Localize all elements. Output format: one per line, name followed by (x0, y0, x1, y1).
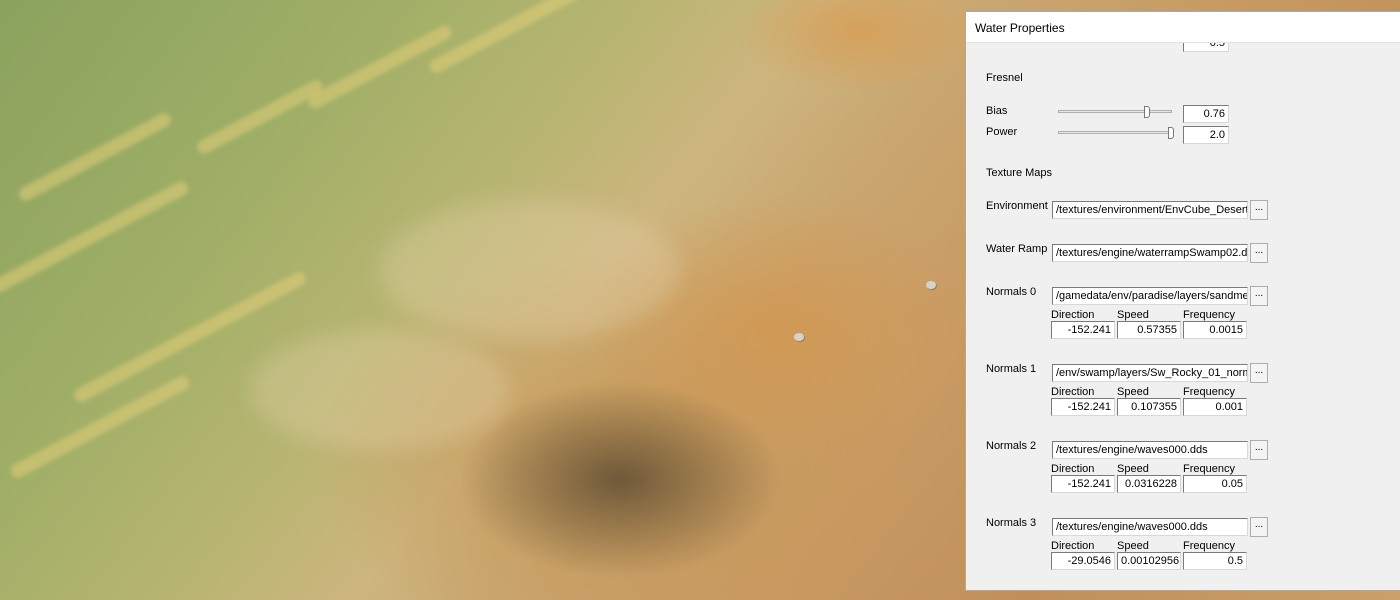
environment-path-field[interactable]: /textures/environment/EnvCube_Desert (1052, 201, 1248, 219)
power-slider-track[interactable] (1058, 131, 1172, 134)
normals-0-frequency-field[interactable]: 0.0015 (1183, 321, 1247, 339)
cutoff-value-field[interactable]: 0.5 (1183, 43, 1229, 52)
normals-0-direction-header: Direction (1051, 309, 1095, 321)
normals-1-speed-field[interactable]: 0.107355 (1117, 398, 1181, 416)
water-ramp-browse-button[interactable]: ... (1250, 243, 1268, 263)
normals-2-path-field[interactable]: /textures/engine/waves000.dds (1052, 441, 1248, 459)
normals-0-speed-header: Speed (1117, 309, 1149, 321)
water-foam-streak (194, 77, 326, 157)
bias-slider-thumb[interactable] (1144, 106, 1150, 118)
normals-1-direction-field[interactable]: -152.241 (1051, 398, 1115, 416)
normals-0-frequency-header: Frequency (1183, 309, 1235, 321)
water-foam-streak (427, 0, 593, 76)
normals-2-frequency-header: Frequency (1183, 463, 1235, 475)
normals-3-browse-button[interactable]: ... (1250, 517, 1268, 537)
window-title: Water Properties (975, 21, 1065, 35)
normals-3-path-field[interactable]: /textures/engine/waves000.dds (1052, 518, 1248, 536)
window-titlebar[interactable]: Water Properties (966, 12, 1400, 43)
normals-3-direction-field[interactable]: -29.0546 (1051, 552, 1115, 570)
normals-1-browse-button[interactable]: ... (1250, 363, 1268, 383)
normals-0-direction-field[interactable]: -152.241 (1051, 321, 1115, 339)
water-properties-window: Water Properties 0.5 Fresnel Bias 0.76 P… (965, 11, 1400, 591)
properties-panel: 0.5 Fresnel Bias 0.76 Power 2.0 Texture … (966, 43, 1400, 590)
bias-value-field[interactable]: 0.76 (1183, 105, 1229, 123)
normals-1-direction-header: Direction (1051, 386, 1095, 398)
fresnel-section-label: Fresnel (986, 72, 1023, 84)
bias-label: Bias (986, 105, 1008, 117)
normals-1-frequency-header: Frequency (1183, 386, 1235, 398)
normals-3-frequency-header: Frequency (1183, 540, 1235, 552)
normals-2-direction-header: Direction (1051, 463, 1095, 475)
shoreline-haze (250, 330, 510, 450)
normals-1-speed-header: Speed (1117, 386, 1149, 398)
normals-3-direction-header: Direction (1051, 540, 1095, 552)
shoreline-haze (380, 200, 680, 340)
normals-2-speed-header: Speed (1117, 463, 1149, 475)
normals-0-speed-field[interactable]: 0.57355 (1117, 321, 1181, 339)
water-ramp-path-field[interactable]: /textures/engine/waterrampSwamp02.dds (1052, 244, 1248, 262)
water-foam-streak (16, 110, 174, 204)
normals-0-path-field[interactable]: /gamedata/env/paradise/layers/sandmed (1052, 287, 1248, 305)
environment-browse-button[interactable]: ... (1250, 200, 1268, 220)
power-slider-thumb[interactable] (1168, 127, 1174, 139)
bias-slider-track[interactable] (1058, 110, 1172, 113)
power-value-field[interactable]: 2.0 (1183, 126, 1229, 144)
normals-0-browse-button[interactable]: ... (1250, 286, 1268, 306)
texture-maps-section-label: Texture Maps (986, 167, 1053, 179)
rock (794, 333, 804, 341)
water-ramp-label: Water Ramp (986, 243, 1048, 255)
normals-2-frequency-field[interactable]: 0.05 (1183, 475, 1247, 493)
normals-2-direction-field[interactable]: -152.241 (1051, 475, 1115, 493)
normals-3-speed-header: Speed (1117, 540, 1149, 552)
normals-3-speed-field[interactable]: 0.00102956 (1117, 552, 1181, 570)
normals-1-path-field[interactable]: /env/swamp/layers/Sw_Rocky_01_normal (1052, 364, 1248, 382)
environment-label: Environment (986, 200, 1048, 212)
power-label: Power (986, 126, 1018, 138)
normals-2-browse-button[interactable]: ... (1250, 440, 1268, 460)
normals-2-speed-field[interactable]: 0.0316228 (1117, 475, 1181, 493)
normals-3-label: Normals 3 (986, 517, 1037, 529)
normals-1-label: Normals 1 (986, 363, 1037, 375)
normals-0-label: Normals 0 (986, 286, 1037, 298)
normals-2-label: Normals 2 (986, 440, 1037, 452)
normals-3-frequency-field[interactable]: 0.5 (1183, 552, 1247, 570)
rock (926, 281, 936, 289)
normals-1-frequency-field[interactable]: 0.001 (1183, 398, 1247, 416)
